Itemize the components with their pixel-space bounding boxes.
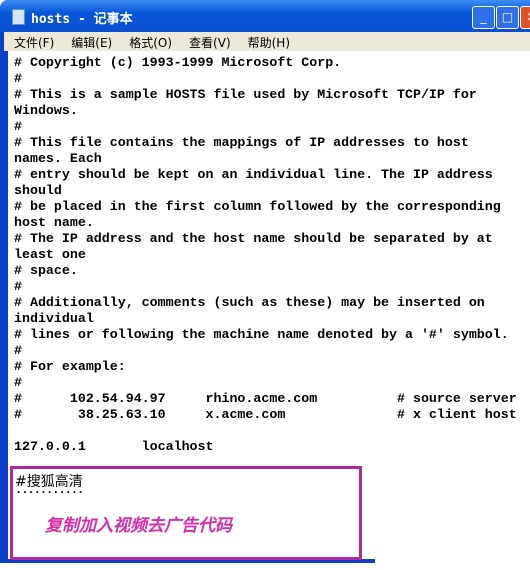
annotation-note: 复制加入视频去广告代码 <box>45 516 232 536</box>
window-title: hosts - 记事本 <box>31 12 133 27</box>
annotation-dots: ........... <box>15 483 84 497</box>
menu-bar: 文件(F) 编辑(E) 格式(O) 查看(V) 帮助(H) <box>4 32 530 51</box>
notepad-icon <box>12 9 25 25</box>
title-bar[interactable]: hosts - 记事本 _ □ ✕ <box>0 0 530 32</box>
fade-overlay-corner <box>375 430 530 570</box>
menu-help[interactable]: 帮助(H) <box>238 32 297 51</box>
menu-format[interactable]: 格式(O) <box>119 32 179 51</box>
menu-file[interactable]: 文件(F) <box>4 32 61 51</box>
close-button[interactable]: ✕ <box>520 6 530 29</box>
annotation-box: #搜狐高清 ........... 复制加入视频去广告代码 <box>10 466 362 560</box>
menu-view[interactable]: 查看(V) <box>179 32 238 51</box>
maximize-button[interactable]: □ <box>496 6 519 29</box>
minimize-button[interactable]: _ <box>472 6 495 29</box>
menu-edit[interactable]: 编辑(E) <box>61 32 119 51</box>
hosts-file-content[interactable]: # Copyright (c) 1993-1999 Microsoft Corp… <box>14 55 517 455</box>
